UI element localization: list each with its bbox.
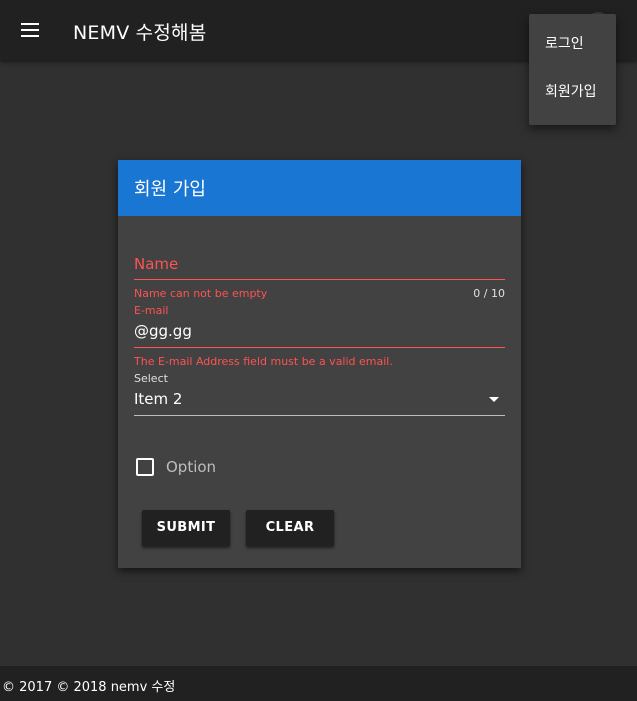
account-dropdown-menu: 로그인 회원가입 <box>529 14 616 125</box>
email-field-label: E-mail <box>134 304 169 317</box>
footer-copyright: © 2017 © 2018 nemv 수정 <box>2 680 176 695</box>
select-field-underline <box>134 415 505 416</box>
app-root: NEMV 수정해봄 로그인 회원가입 회원 가입 Name Name can n… <box>0 0 637 701</box>
select-dropdown[interactable] <box>134 384 505 416</box>
email-field-value[interactable]: @gg.gg <box>134 322 192 340</box>
menu-button[interactable] <box>10 10 50 50</box>
app-title: NEMV 수정해봄 <box>73 22 207 44</box>
arrow-drop-down-icon <box>489 397 499 402</box>
name-field-label: Name <box>134 255 179 273</box>
card-header: 회원 가입 <box>118 160 521 216</box>
email-field-error: The E-mail Address field must be a valid… <box>134 355 393 368</box>
option-checkbox[interactable]: Option <box>136 457 336 479</box>
option-checkbox-label: Option <box>166 458 217 476</box>
checkbox-unchecked-icon <box>136 458 154 476</box>
email-field-underline <box>134 347 505 348</box>
submit-button[interactable]: SUBMIT <box>142 510 230 546</box>
card-title: 회원 가입 <box>134 179 206 200</box>
name-field-error: Name can not be empty <box>134 287 268 300</box>
footer: © 2017 © 2018 nemv 수정 <box>0 666 637 701</box>
hamburger-menu-icon <box>21 23 39 37</box>
name-field-counter: 0 / 10 <box>473 287 505 300</box>
signup-card: 회원 가입 Name Name can not be empty 0 / 10 … <box>118 160 521 568</box>
menu-item-login[interactable]: 로그인 <box>529 20 616 68</box>
menu-item-signup[interactable]: 회원가입 <box>529 68 616 116</box>
clear-button[interactable]: CLEAR <box>246 510 334 546</box>
name-field-underline <box>134 279 505 280</box>
select-field-value: Item 2 <box>134 390 183 408</box>
